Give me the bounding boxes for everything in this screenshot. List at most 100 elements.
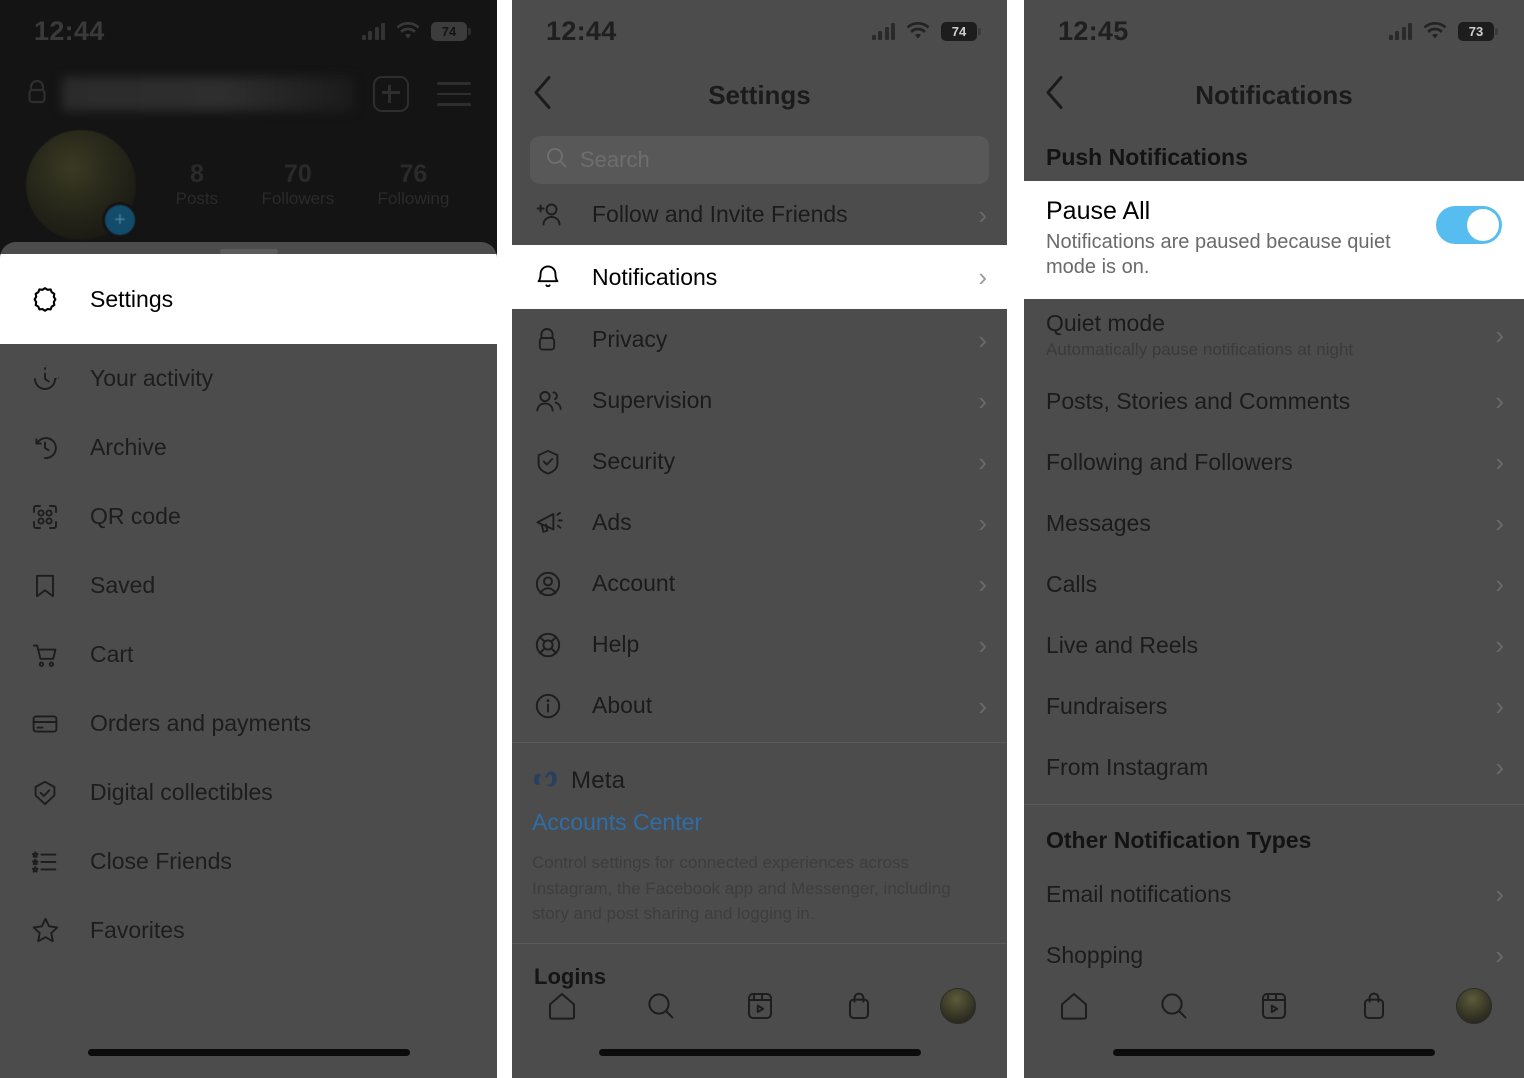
nav-header: Settings — [512, 62, 1007, 128]
status-bar: 12:45 73 — [1024, 0, 1524, 62]
status-bar: 12:44 74 — [512, 0, 1007, 62]
notif-row-quiet-mode[interactable]: Quiet mode Automatically pause notificat… — [1024, 299, 1524, 371]
menu-item-label: Close Friends — [90, 848, 232, 874]
menu-item-close-friends[interactable]: Close Friends — [0, 827, 497, 896]
settings-row-privacy[interactable]: Privacy › — [512, 309, 1007, 370]
followers-label: Followers — [261, 189, 335, 209]
divider — [512, 742, 1007, 743]
divider — [1024, 803, 1524, 805]
chevron-right-icon: › — [1495, 508, 1504, 539]
settings-list: Follow and Invite Friends › Notification… — [512, 184, 1007, 736]
pause-all-row[interactable]: Pause All Notifications are paused becau… — [1024, 181, 1524, 299]
notif-row-following-and-followers[interactable]: Following and Followers › — [1024, 432, 1524, 493]
menu-item-favorites[interactable]: Favorites — [0, 896, 497, 965]
accounts-center-link[interactable]: Accounts Center — [532, 809, 987, 836]
meta-branding: Meta — [532, 767, 987, 795]
notif-row-fundraisers[interactable]: Fundraisers › — [1024, 676, 1524, 737]
menu-item-qr-code[interactable]: QR code — [0, 482, 497, 551]
bottom-tab-bar — [1024, 960, 1524, 1078]
panel-profile-menu: 12:44 74 + 8 Posts 70 Followers 76 Follo… — [0, 0, 497, 1078]
notif-row-calls[interactable]: Calls › — [1024, 554, 1524, 615]
tab-shop[interactable] — [1345, 980, 1403, 1032]
settings-gear-icon — [22, 284, 68, 314]
tab-profile[interactable] — [929, 980, 987, 1032]
settings-row-notifications[interactable]: Notifications › — [512, 245, 1007, 309]
chevron-right-icon: › — [1495, 447, 1504, 478]
add-person-icon — [534, 201, 574, 229]
panel-gap — [1007, 0, 1024, 1078]
notif-row-posts-stories-and-comments[interactable]: Posts, Stories and Comments › — [1024, 371, 1524, 432]
notif-row-label: Messages — [1046, 509, 1151, 536]
life-ring-icon — [534, 631, 574, 659]
back-chevron-icon[interactable] — [532, 76, 554, 115]
pause-all-title: Pause All — [1046, 197, 1151, 225]
menu-item-label: Your activity — [90, 365, 214, 391]
menu-item-label: Settings — [90, 285, 174, 312]
archive-clock-icon — [22, 434, 68, 462]
tab-profile[interactable] — [1445, 980, 1503, 1032]
search-input[interactable]: Search — [530, 136, 989, 184]
info-circle-icon — [534, 692, 574, 720]
notif-row-live-and-reels[interactable]: Live and Reels › — [1024, 615, 1524, 676]
menu-item-saved[interactable]: Saved — [0, 551, 497, 620]
tab-home[interactable] — [533, 980, 591, 1032]
hamburger-menu-icon[interactable] — [437, 82, 471, 106]
home-indicator — [598, 1049, 921, 1056]
menu-item-cart[interactable]: Cart — [0, 620, 497, 689]
lock-icon — [26, 79, 48, 110]
menu-item-digital-collectibles[interactable]: Digital collectibles — [0, 758, 497, 827]
tab-home[interactable] — [1045, 980, 1103, 1032]
status-bar: 12:44 74 — [0, 0, 497, 62]
tab-reels[interactable] — [1245, 980, 1303, 1032]
shield-check-icon — [22, 779, 68, 807]
posts-label: Posts — [175, 189, 219, 209]
notif-row-email-notifications[interactable]: Email notifications › — [1024, 864, 1524, 925]
notif-row-label: Live and Reels — [1046, 631, 1199, 658]
push-notifications-heading: Push Notifications — [1046, 144, 1248, 170]
settings-row-follow-and-invite-friends[interactable]: Follow and Invite Friends › — [512, 184, 1007, 245]
pause-all-toggle[interactable] — [1436, 206, 1502, 244]
posts-count: 8 — [189, 159, 204, 188]
avatar[interactable]: + — [26, 130, 138, 240]
menu-item-archive[interactable]: Archive — [0, 413, 497, 482]
settings-row-ads[interactable]: Ads › — [512, 492, 1007, 553]
settings-row-about[interactable]: About › — [512, 675, 1007, 736]
home-indicator — [87, 1049, 410, 1056]
tab-reels[interactable] — [731, 980, 789, 1032]
settings-row-account[interactable]: Account › — [512, 553, 1007, 614]
notif-row-label: Quiet mode — [1046, 309, 1165, 336]
settings-row-label: Security — [592, 448, 676, 474]
status-clock: 12:44 — [546, 15, 617, 46]
meta-accounts-center-block: Meta Accounts Center Control settings fo… — [512, 749, 1007, 937]
status-clock: 12:44 — [34, 15, 105, 46]
back-chevron-icon[interactable] — [1044, 76, 1066, 115]
notif-row-messages[interactable]: Messages › — [1024, 493, 1524, 554]
meta-wordmark: Meta — [571, 767, 626, 794]
settings-row-label: Notifications — [592, 263, 718, 290]
menu-item-label: Archive — [90, 434, 167, 460]
settings-row-label: About — [592, 692, 653, 718]
notif-row-sub: Automatically pause notifications at nig… — [1046, 339, 1354, 359]
stat-posts[interactable]: 8 Posts — [176, 160, 219, 211]
menu-item-settings[interactable]: Settings — [0, 254, 497, 344]
chevron-right-icon: › — [978, 446, 987, 477]
stat-following[interactable]: 76 Following — [378, 160, 450, 211]
chevron-right-icon: › — [978, 385, 987, 416]
plus-square-icon[interactable] — [373, 76, 409, 112]
settings-row-security[interactable]: Security › — [512, 431, 1007, 492]
add-story-icon[interactable]: + — [102, 202, 138, 238]
page-title: Notifications — [1195, 79, 1353, 110]
cellular-signal-icon — [871, 22, 895, 40]
tab-search[interactable] — [632, 980, 690, 1032]
tab-shop[interactable] — [830, 980, 888, 1032]
menu-item-orders-and-payments[interactable]: Orders and payments — [0, 689, 497, 758]
settings-row-supervision[interactable]: Supervision › — [512, 370, 1007, 431]
settings-row-help[interactable]: Help › — [512, 614, 1007, 675]
wifi-icon — [396, 22, 420, 40]
menu-item-your-activity[interactable]: Your activity — [0, 344, 497, 413]
notif-row-from-instagram[interactable]: From Instagram › — [1024, 737, 1524, 798]
stat-followers[interactable]: 70 Followers — [261, 160, 334, 211]
tab-search[interactable] — [1145, 980, 1203, 1032]
chevron-right-icon: › — [978, 262, 987, 292]
wifi-icon — [1423, 22, 1447, 40]
